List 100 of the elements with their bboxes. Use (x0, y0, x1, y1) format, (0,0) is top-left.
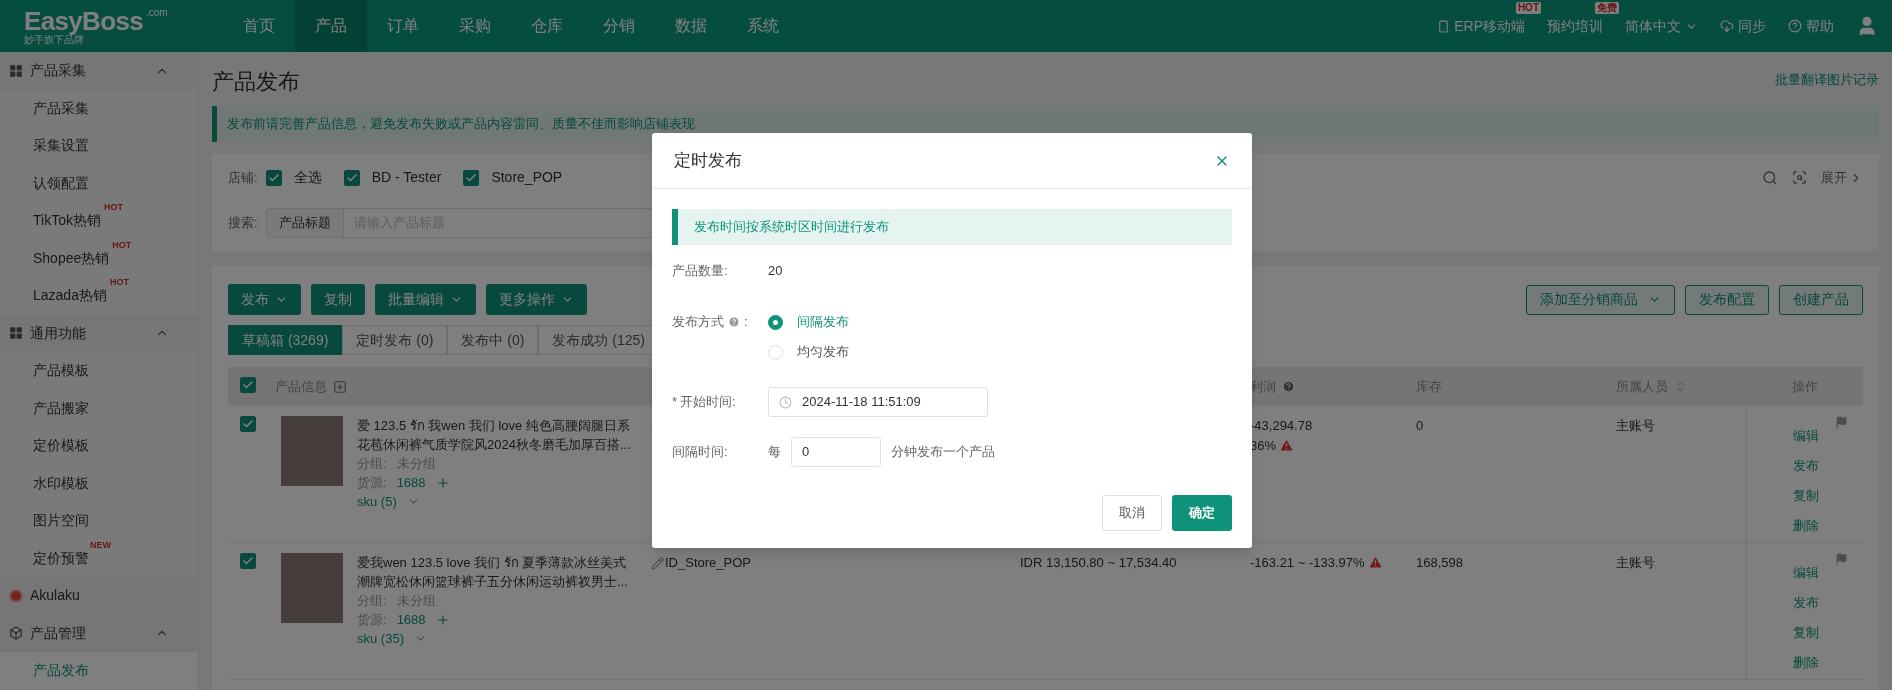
store-option[interactable]: Store_POP (491, 167, 563, 188)
action-button[interactable]: 更多操作 (486, 284, 587, 315)
checkbox[interactable] (343, 169, 360, 186)
row-action[interactable]: 发布 (1793, 593, 1819, 612)
product-title[interactable]: 爱 123.5 รัก 我wen 我们 love 纯色高腰阔腿日系花苞休闲裤气质学院风2024秋冬磨毛加厚百搭... (357, 416, 637, 454)
sidebar-group[interactable]: Akulaku (0, 577, 198, 615)
sku-toggle[interactable]: sku (35) (357, 629, 404, 648)
row-action[interactable]: 发布 (1793, 456, 1819, 475)
sidebar-item[interactable]: 定价模板 (0, 427, 198, 465)
flag-icon[interactable] (1835, 416, 1848, 429)
logo: EasyBoss (24, 7, 144, 34)
header-link[interactable]: 批量翻译图片记录 (1775, 70, 1879, 90)
image-search-icon[interactable] (1792, 170, 1807, 185)
outline-button[interactable]: 创建产品 (1779, 284, 1863, 315)
expand-link[interactable]: 展开 (1821, 167, 1863, 188)
top-link[interactable]: ERP移动端 (1437, 15, 1525, 37)
plus-icon[interactable] (435, 475, 450, 490)
sidebar-group[interactable]: 产品采集 (0, 52, 198, 90)
product-title[interactable]: 爱我wen 123.5 love 我们 รัก 夏季薄款冰丝美式潮牌宽松休闲篮球裤子五分休闲运动裤衩男士... (357, 553, 637, 591)
outline-button[interactable]: 添加至分销商品 (1526, 284, 1675, 315)
outline-button[interactable]: 发布配置 (1685, 284, 1769, 315)
search-icon[interactable] (1762, 169, 1778, 186)
notice-bar: 发布前请完善产品信息，避免发布失败或产品内容雷同、质量不佳而影响店铺表现 (212, 106, 1879, 142)
sidebar-group[interactable]: 通用功能 (0, 314, 198, 352)
checkbox[interactable] (240, 376, 256, 393)
tab[interactable]: 定时发布 (0) (342, 325, 448, 355)
sidebar-item[interactable]: 认领配置 (0, 164, 198, 202)
check-icon (267, 171, 280, 184)
sidebar-item[interactable]: 图片空间 (0, 502, 198, 540)
radio-button[interactable] (768, 314, 783, 330)
plus-icon[interactable] (435, 612, 450, 627)
checkbox[interactable] (240, 416, 256, 432)
stock-value: 0 (1416, 418, 1424, 433)
nav-item[interactable]: 仓库 (511, 0, 583, 52)
store-option[interactable]: BD - Tester (371, 167, 442, 188)
store-option[interactable]: 全选 (293, 167, 322, 188)
tab[interactable]: 发布中 (0) (447, 325, 539, 355)
sku-toggle[interactable]: sku (5) (357, 492, 397, 511)
help-icon (1282, 380, 1295, 393)
top-link[interactable]: 帮助 (1788, 15, 1834, 37)
row-action[interactable]: 复制 (1793, 623, 1819, 642)
radio-label[interactable]: 间隔发布 (797, 312, 849, 332)
nav-item[interactable]: 首页 (223, 0, 295, 52)
interval-field[interactable]: 0 (791, 437, 881, 467)
row-action[interactable]: 删除 (1793, 516, 1819, 535)
datetime-field[interactable]: 2024-11-18 11:51:09 (768, 387, 988, 417)
top-link[interactable]: 同步 (1720, 15, 1766, 37)
checkbox[interactable] (240, 553, 256, 569)
grid-icon (9, 63, 23, 78)
badge-label: NEW (90, 538, 111, 552)
action-button[interactable]: 发布 (228, 284, 301, 315)
check-icon (242, 378, 254, 391)
search-type[interactable]: 产品标题 (266, 209, 344, 237)
action-button[interactable]: 批量编辑 (375, 284, 476, 315)
flag-icon[interactable] (1835, 553, 1848, 566)
nav-item[interactable]: 分销 (583, 0, 655, 52)
field-label: 开始时间: (680, 393, 736, 412)
nav-item[interactable]: 系统 (727, 0, 799, 52)
photo-placeholder (281, 416, 343, 486)
row-action[interactable]: 编辑 (1793, 563, 1819, 582)
cancel-button[interactable]: 取消 (1102, 495, 1162, 531)
sidebar-item[interactable]: 水印模板 (0, 464, 198, 502)
sidebar-item[interactable]: Shopee热销 HOT (0, 239, 198, 277)
sidebar-item[interactable]: Lazada热销 HOT (0, 277, 198, 315)
check-icon (242, 418, 254, 430)
confirm-button[interactable]: 确定 (1172, 495, 1232, 531)
sidebar-item[interactable]: 定价预警 NEW (0, 539, 198, 577)
radio-label[interactable]: 均匀发布 (797, 342, 849, 362)
nav-item[interactable]: 产品 (295, 0, 367, 52)
row-action[interactable]: 删除 (1793, 653, 1819, 672)
row-action[interactable]: 编辑 (1793, 426, 1819, 445)
source-value[interactable]: 1688 (396, 610, 426, 629)
logo-domain: .com (146, 7, 168, 18)
field-label: 间隔时间: (672, 443, 729, 462)
label-colon: : (744, 313, 748, 332)
nav-item[interactable]: 数据 (655, 0, 727, 52)
checkbox[interactable] (265, 169, 282, 186)
check-icon (465, 171, 478, 184)
expand-icon[interactable] (333, 379, 347, 394)
edit-icon[interactable] (651, 557, 664, 570)
nav-item[interactable]: 订单 (367, 0, 439, 52)
checkbox[interactable] (463, 169, 480, 186)
source-value[interactable]: 1688 (396, 473, 426, 492)
action-button[interactable]: 复制 (311, 284, 365, 315)
sidebar-item[interactable]: 产品搬家 (0, 389, 198, 427)
sidebar-item[interactable]: 产品模板 (0, 352, 198, 390)
badge-label: HOT (112, 238, 132, 252)
sidebar-item[interactable]: 采集设置 (0, 127, 198, 165)
row-action[interactable]: 复制 (1793, 486, 1819, 505)
tab[interactable]: 草稿箱 (3269) (228, 325, 343, 355)
badge-label: HOT (109, 276, 129, 290)
top-link[interactable]: 简体中文 (1625, 15, 1698, 37)
sidebar-item[interactable]: 产品发布 (0, 652, 198, 690)
nav-item[interactable]: 采购 (439, 0, 511, 52)
page-title: 产品发布 (212, 67, 300, 96)
badge-label: HOT (103, 201, 123, 215)
top-link[interactable]: 预约培训 (1547, 15, 1603, 37)
sort-icon[interactable] (1674, 380, 1687, 393)
sidebar-item[interactable]: TikTok热销 HOT (0, 202, 198, 240)
sidebar-group[interactable]: 产品管理 (0, 614, 198, 652)
